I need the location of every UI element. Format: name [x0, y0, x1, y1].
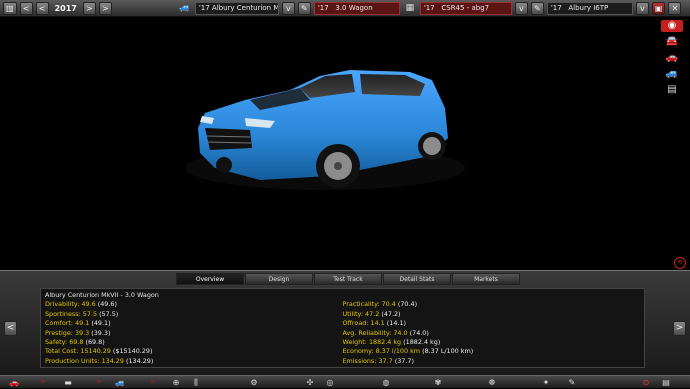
engine-family-dropdown-button[interactable]: v: [635, 1, 649, 15]
stats-title: Albury Centurion MkVII - 3.0 Wagon: [45, 291, 159, 299]
brakes-icon[interactable]: ◍: [376, 377, 396, 388]
model-edit-button[interactable]: ✎: [297, 1, 311, 15]
tab-detail-stats[interactable]: Detail Stats: [383, 273, 451, 285]
separator-icon: »: [96, 377, 102, 387]
current-year: 2017: [54, 3, 77, 13]
car-model-icon[interactable]: 🚗: [4, 377, 24, 388]
engine-parts-icon[interactable]: ⫼: [186, 377, 206, 388]
stats-left-column: Drivability: 49.6 (49.6) Sportiness: 57.…: [45, 300, 343, 366]
stat-row: Emissions: 37.7 (37.7): [342, 356, 414, 365]
year-next-button[interactable]: >: [82, 1, 96, 15]
gearbox-icon[interactable]: ⚙: [244, 377, 264, 388]
bottom-toolbar: 🚗 » ▬ » 🚙 » ⊕ ⫼ ⚙ ✣ ◎ ◍ ✾ ☸ ✦ ✎ ⊙ ▤: [0, 375, 690, 388]
model-car-icon: 🚙: [179, 2, 191, 13]
engine-edit-button[interactable]: ✎: [530, 1, 544, 15]
stat-row: Total Cost: 15140.29 ($15140.29): [45, 347, 153, 356]
stat-row: Economy: 8.37 l/100 km (8.37 L/100 km): [342, 347, 474, 356]
trim-select[interactable]: '17 3.0 Wagon: [313, 1, 400, 15]
stat-row: Production Units: 134.29 (134.29): [45, 356, 154, 365]
stat-row: Safety: 69.8 (69.8): [45, 338, 105, 347]
tab-overview[interactable]: Overview: [176, 273, 244, 285]
engine-bay-icon[interactable]: ⊕: [166, 377, 186, 388]
stat-row: Avg. Reliability: 74.0 (74.0): [342, 328, 429, 337]
report-icon[interactable]: ▤: [656, 377, 676, 388]
stats-right-column: Practicality: 70.4 (70.4) Utility: 47.2 …: [343, 300, 641, 366]
tab-test-track[interactable]: Test Track: [314, 273, 382, 285]
close-icon[interactable]: ✕: [668, 1, 682, 15]
menu-icon[interactable]: ▥: [3, 1, 17, 15]
engine-select[interactable]: '17 CSR45 - abg7: [419, 1, 512, 15]
stat-row: Comfort: 49.1 (49.1): [45, 319, 111, 328]
year-next-fast-button[interactable]: >: [98, 1, 112, 15]
stat-row: Sportiness: 57.5 (57.5): [45, 309, 119, 318]
prev-page-button[interactable]: <: [4, 321, 17, 336]
engine-dropdown-button[interactable]: v: [514, 1, 528, 15]
stat-row: Drivability: 49.6 (49.6): [45, 300, 117, 309]
tab-bar: Overview Design Test Track Detail Stats …: [176, 273, 520, 285]
separator-icon: »: [150, 377, 156, 387]
car-viewport[interactable]: [0, 18, 690, 268]
model-select[interactable]: '17 Albury Centurion MkVII: [194, 1, 279, 15]
engine-family-select[interactable]: '17 Albury I6TP: [546, 1, 633, 15]
chassis-icon[interactable]: ▬: [58, 377, 78, 388]
save-icon[interactable]: ▣: [651, 1, 666, 15]
stat-row: Prestige: 39.3 (39.3): [45, 328, 111, 337]
stats-overview: Albury Centurion MkVII - 3.0 Wagon Driva…: [40, 288, 645, 368]
view-front-icon[interactable]: 🚘: [661, 36, 683, 48]
next-page-button[interactable]: >: [673, 321, 686, 336]
stat-row: Practicality: 70.4 (70.4): [342, 300, 418, 309]
trim-icon[interactable]: 🚙: [110, 377, 130, 388]
engine-icon: ▦: [405, 2, 415, 13]
interior-icon[interactable]: ☸: [482, 377, 502, 388]
tab-design[interactable]: Design: [245, 273, 313, 285]
stat-row: Weight: 1882.4 kg (1882.4 kg): [342, 338, 441, 347]
year-prev-button[interactable]: <: [19, 1, 33, 15]
view-top-icon[interactable]: ▤: [661, 84, 683, 96]
wheel-icon[interactable]: ◎: [320, 377, 340, 388]
separator-icon: »: [40, 377, 46, 387]
finish-icon[interactable]: ⊙: [636, 377, 656, 388]
top-toolbar: ▥ < < 2017 > > 🚙 '17 Albury Centurion Mk…: [0, 0, 690, 17]
year-prev-fast-button[interactable]: <: [35, 1, 49, 15]
view-rear-icon[interactable]: 🚙: [661, 68, 683, 80]
view-side-icon[interactable]: 🚗: [661, 52, 683, 64]
camera-icon[interactable]: ◉: [661, 20, 683, 32]
car-render: [185, 70, 465, 190]
view-icons: ◉ 🚘 🚗 🚙 ▤: [660, 20, 684, 96]
suspension-icon[interactable]: ✣: [300, 377, 320, 388]
tab-markets[interactable]: Markets: [452, 273, 520, 285]
testing-icon[interactable]: ✎: [562, 377, 582, 388]
stat-row: Offroad: 14.1 (14.1): [342, 319, 407, 328]
stat-row: Utility: 47.2 (47.2): [342, 309, 401, 318]
aero-icon[interactable]: ✾: [428, 377, 448, 388]
model-dropdown-button[interactable]: v: [281, 1, 295, 15]
rotate-icon[interactable]: ⟲: [674, 257, 686, 269]
safety-icon[interactable]: ✦: [536, 377, 556, 388]
